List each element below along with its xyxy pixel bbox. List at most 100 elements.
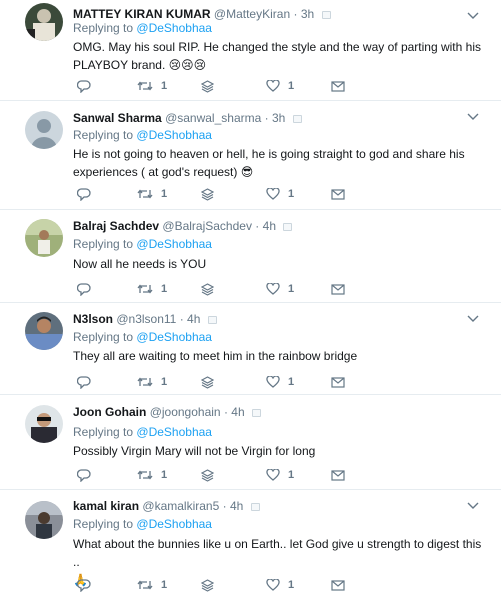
chevron-down-icon[interactable] (467, 502, 479, 510)
user-handle[interactable]: @joongohain (150, 405, 221, 419)
reply-button[interactable] (77, 282, 91, 296)
dm-button[interactable] (331, 468, 345, 482)
reply-icon (77, 468, 91, 482)
tweet[interactable]: Joon Gohain @joongohain · 4h Replying to… (0, 395, 501, 490)
reply-button[interactable] (77, 187, 91, 201)
stack-button[interactable] (201, 282, 214, 296)
display-name[interactable]: MATTEY KIRAN KUMAR (73, 7, 211, 21)
reply-feed: MATTEY KIRAN KUMAR @MatteyKiran · 3h Rep… (0, 0, 501, 592)
tweet-actions: 1 1 (73, 187, 373, 201)
like-count: 1 (288, 469, 295, 481)
tweet[interactable]: Sanwal Sharma @sanwal_sharma · 3h Replyi… (0, 101, 501, 210)
display-name[interactable]: Joon Gohain (73, 405, 146, 419)
retweet-button[interactable]: 1 (137, 468, 167, 482)
user-handle[interactable]: @sanwal_sharma (165, 111, 261, 125)
envelope-icon (331, 579, 345, 591)
avatar[interactable] (25, 501, 63, 539)
mention-link[interactable]: @DeShobhaa (136, 128, 212, 142)
translate-icon (251, 409, 261, 417)
mention-link[interactable]: @DeShobhaa (136, 21, 212, 35)
reply-icon (77, 187, 91, 201)
chevron-down-icon[interactable] (467, 12, 479, 20)
layers-icon (201, 375, 214, 389)
retweet-button[interactable]: 1 (137, 79, 167, 93)
dm-button[interactable] (331, 187, 345, 201)
like-button[interactable]: 1 (266, 375, 294, 389)
display-name[interactable]: Balraj Sachdev (73, 219, 159, 233)
timestamp[interactable]: 3h (272, 111, 285, 125)
retweet-icon (137, 580, 153, 590)
layers-icon (201, 282, 214, 296)
heart-icon (266, 80, 280, 92)
display-name[interactable]: Sanwal Sharma (73, 111, 162, 125)
retweet-button[interactable]: 1 (137, 282, 167, 296)
like-count: 1 (288, 579, 295, 591)
heart-icon (266, 376, 280, 388)
display-name[interactable]: N3lson (73, 312, 113, 326)
mention-link[interactable]: @DeShobhaa (136, 330, 212, 344)
tweet[interactable]: N3lson @n3lson11 · 4h Replying to @DeSho… (0, 303, 501, 395)
avatar[interactable] (25, 111, 63, 149)
avatar[interactable] (25, 312, 63, 350)
stack-button[interactable] (201, 187, 214, 201)
replying-to: Replying to @DeShobhaa (73, 128, 212, 142)
heart-icon (266, 579, 280, 591)
layers-icon (201, 79, 214, 93)
like-button[interactable]: 1 (266, 187, 294, 201)
user-handle[interactable]: @n3lson11 (116, 312, 176, 326)
tweet[interactable]: MATTEY KIRAN KUMAR @MatteyKiran · 3h Rep… (0, 0, 501, 101)
tweet-actions: 1 1 (73, 79, 373, 93)
heart-icon (266, 283, 280, 295)
heart-icon (266, 469, 280, 481)
stack-button[interactable] (201, 79, 214, 93)
user-handle[interactable]: @MatteyKiran (214, 7, 290, 21)
retweet-icon (137, 470, 153, 480)
dm-button[interactable] (331, 79, 345, 93)
chevron-down-icon[interactable] (467, 113, 479, 121)
translate-icon (292, 115, 302, 123)
timestamp[interactable]: 4h (231, 405, 244, 419)
tweet-text: Possibly Virgin Mary will not be Virgin … (73, 444, 316, 458)
like-button[interactable]: 1 (266, 79, 294, 93)
retweet-button[interactable]: 1 (137, 187, 167, 201)
user-handle[interactable]: @kamalkiran5 (142, 499, 219, 513)
retweet-count: 1 (161, 376, 168, 388)
timestamp[interactable]: 4h (187, 312, 200, 326)
mention-link[interactable]: @DeShobhaa (136, 425, 212, 439)
tweet-actions: 1 1 (73, 468, 373, 482)
tweet-actions: 1 1 (73, 282, 373, 296)
display-name[interactable]: kamal kiran (73, 499, 139, 513)
chevron-down-icon[interactable] (467, 315, 479, 323)
retweet-icon (137, 189, 153, 199)
layers-icon (201, 187, 214, 201)
user-handle[interactable]: @BalrajSachdev (162, 219, 252, 233)
reply-button[interactable] (77, 79, 91, 93)
avatar[interactable] (25, 405, 63, 443)
tweet-header: Balraj Sachdev @BalrajSachdev · 4h (73, 218, 293, 234)
reply-button[interactable] (77, 468, 91, 482)
like-button[interactable]: 1 (266, 468, 294, 482)
retweet-button[interactable]: 1 (137, 375, 167, 389)
retweet-count: 1 (161, 579, 168, 591)
tweet[interactable]: kamal kiran @kamalkiran5 · 4h Replying t… (0, 490, 501, 592)
dm-button[interactable] (331, 282, 345, 296)
retweet-count: 1 (161, 80, 168, 92)
dm-button[interactable] (331, 375, 345, 389)
timestamp[interactable]: 4h (230, 499, 243, 513)
timestamp[interactable]: 4h (263, 219, 276, 233)
avatar[interactable] (25, 3, 63, 41)
retweet-count: 1 (161, 283, 168, 295)
stack-button[interactable] (201, 375, 214, 389)
tweet[interactable]: Balraj Sachdev @BalrajSachdev · 4h Reply… (0, 210, 501, 303)
like-count: 1 (288, 80, 295, 92)
like-button[interactable]: 1 (266, 282, 294, 296)
layers-icon (201, 468, 214, 482)
translate-icon (321, 11, 331, 19)
reply-button[interactable] (77, 375, 91, 389)
mention-link[interactable]: @DeShobhaa (136, 517, 212, 531)
timestamp[interactable]: 3h (301, 7, 314, 21)
retweet-icon (137, 377, 153, 387)
avatar[interactable] (25, 219, 63, 257)
stack-button[interactable] (201, 468, 214, 482)
mention-link[interactable]: @DeShobhaa (136, 237, 212, 251)
